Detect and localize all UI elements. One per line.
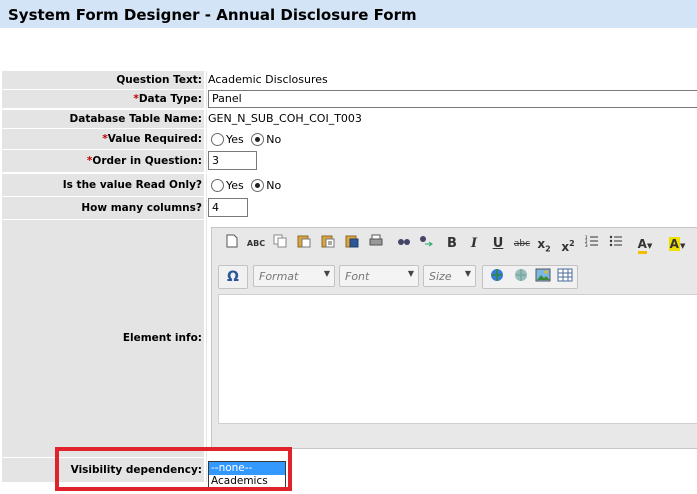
replace-icon[interactable] — [416, 234, 436, 254]
question-text-value: Academic Disclosures — [208, 73, 328, 86]
editor-toolbar-row-2: Ω Format ▼ Font ▼ Size ▼ — [218, 265, 697, 289]
svg-text:3: 3 — [585, 243, 588, 248]
row-read-only: Is the value Read Only? Yes No — [0, 174, 697, 196]
editor-content-area[interactable] — [218, 294, 697, 424]
unlink-icon[interactable] — [511, 267, 531, 287]
bullet-list-icon[interactable] — [606, 234, 626, 254]
insert-group — [482, 265, 578, 289]
value-required-radios: Yes No — [211, 132, 285, 146]
subscript-icon[interactable]: x2 — [534, 234, 554, 254]
special-char-group: Ω — [218, 265, 248, 289]
visibility-dependency-select[interactable]: --none-- Academics — [208, 461, 286, 489]
row-columns: How many columns? 4 — [0, 197, 697, 219]
superscript-icon[interactable]: x2 — [558, 234, 578, 254]
read-only-radios: Yes No — [211, 178, 285, 192]
spellcheck-icon[interactable]: ABC — [246, 234, 266, 254]
db-table-label: Database Table Name: — [2, 110, 204, 128]
copy-icon[interactable] — [270, 234, 290, 254]
title-bar: System Form Designer - Annual Disclosure… — [0, 0, 697, 28]
table-icon[interactable] — [555, 267, 575, 287]
columns-input[interactable]: 4 — [208, 198, 248, 217]
numbered-list-icon[interactable]: 123 — [582, 234, 602, 254]
data-type-field[interactable]: Panel — [208, 90, 697, 108]
row-db-table: Database Table Name: GEN_N_SUB_COH_COI_T… — [0, 110, 697, 128]
page-title: System Form Designer - Annual Disclosure… — [8, 6, 417, 24]
font-select[interactable]: Font ▼ — [339, 265, 419, 287]
chevron-down-icon: ▼ — [323, 269, 330, 278]
row-data-type: *Data Type: Panel — [0, 90, 697, 108]
read-only-label: Is the value Read Only? — [2, 174, 204, 196]
data-type-label: *Data Type: — [2, 90, 204, 108]
option-none[interactable]: --none-- — [209, 462, 285, 475]
find-icon[interactable] — [394, 234, 414, 254]
order-input[interactable]: 3 — [208, 151, 257, 170]
value-required-no-radio[interactable] — [251, 132, 265, 146]
row-value-required: *Value Required: Yes No — [0, 129, 697, 149]
question-text-label: Question Text: — [2, 71, 204, 89]
order-label: *Order in Question: — [2, 150, 204, 172]
link-icon[interactable] — [487, 267, 507, 287]
bg-color-icon[interactable]: A▼ — [664, 234, 690, 254]
italic-icon[interactable]: I — [464, 234, 484, 254]
db-table-value: GEN_N_SUB_COH_COI_T003 — [208, 112, 362, 125]
size-select[interactable]: Size ▼ — [423, 265, 476, 287]
text-color-icon[interactable]: A▼ — [632, 234, 658, 254]
element-info-label: Element info: — [2, 220, 204, 457]
image-icon[interactable] — [533, 267, 553, 287]
new-page-icon[interactable] — [222, 234, 242, 254]
read-only-yes-radio[interactable] — [211, 178, 224, 192]
chevron-down-icon: ▼ — [407, 269, 414, 278]
visibility-label: Visibility dependency: — [2, 458, 204, 482]
paste-text-icon[interactable] — [318, 234, 338, 254]
option-academics[interactable]: Academics — [209, 475, 285, 488]
value-required-yes-radio[interactable] — [211, 132, 224, 146]
read-only-no-radio[interactable] — [251, 178, 265, 192]
row-order: *Order in Question: 3 — [0, 150, 697, 172]
underline-icon[interactable]: U — [488, 234, 508, 254]
bold-icon[interactable]: B — [442, 234, 462, 254]
format-select[interactable]: Format ▼ — [253, 265, 335, 287]
editor-toolbar-row-1: ABC B I U abc x2 x2 123 A▼ A▼ — [218, 234, 697, 256]
chevron-down-icon: ▼ — [464, 269, 471, 278]
strike-icon[interactable]: abc — [512, 234, 532, 254]
row-question-text: Question Text: Academic Disclosures — [0, 71, 697, 89]
print-icon[interactable] — [366, 234, 386, 254]
paste-icon[interactable] — [294, 234, 314, 254]
omega-icon[interactable]: Ω — [223, 267, 243, 287]
paste-word-icon[interactable] — [342, 234, 362, 254]
columns-label: How many columns? — [2, 197, 204, 219]
row-visibility: Visibility dependency: — [0, 458, 697, 482]
value-required-label: *Value Required: — [2, 129, 204, 149]
rich-text-editor: ABC B I U abc x2 x2 123 A▼ A▼ Ω Format ▼… — [211, 227, 697, 449]
